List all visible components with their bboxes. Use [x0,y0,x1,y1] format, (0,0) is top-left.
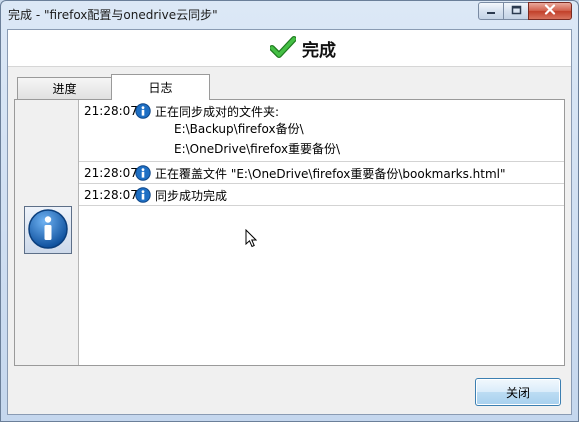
info-badge [24,206,72,254]
log-detail-path: E:\Backup\firefox备份\ [174,122,304,136]
dialog-window: 完成 - "firefox配置与onedrive云同步" 完成 进度 日志 21… [0,0,579,422]
dialog-body: 完成 进度 日志 21:28:07 正在同步成对的文件夹: E:\Backup\… [7,29,572,415]
maximize-icon [511,4,522,18]
info-icon [135,165,151,181]
log-message: 同步成功完成 [155,188,228,203]
tab-label: 日志 [148,81,173,95]
window-title: 完成 - "firefox配置与onedrive云同步" [8,8,218,22]
log-list: 21:28:07 正在同步成对的文件夹: E:\Backup\firefox备份… [79,100,564,206]
status-heading: 完成 [269,36,336,61]
log-detail-path: E:\OneDrive\firefox重要备份\ [174,142,341,156]
tab-progress[interactable]: 进度 [17,77,112,99]
log-entry[interactable]: 21:28:07 正在同步成对的文件夹: E:\Backup\firefox备份… [79,100,564,162]
log-line: 21:28:07 同步成功完成 [84,187,564,203]
info-icon [135,187,151,203]
log-time: 21:28:07 [84,166,138,180]
minimize-button[interactable] [478,2,504,20]
log-icon-column [15,100,79,365]
status-title: 完成 [302,41,336,61]
log-message: 正在同步成对的文件夹: [155,104,280,119]
window-controls [478,2,572,20]
mouse-cursor-icon [245,228,258,251]
log-line: 21:28:07 正在同步成对的文件夹: [84,103,564,119]
close-window-button[interactable] [528,2,572,20]
log-time: 21:28:07 [84,104,138,118]
close-button-label: 关闭 [505,385,530,400]
close-button[interactable]: 关闭 [475,378,561,406]
log-line: 21:28:07 正在覆盖文件 "E:\OneDrive\firefox重要备份… [84,165,564,181]
minimize-icon [486,4,496,18]
log-entry[interactable]: 21:28:07 同步成功完成 [79,184,564,206]
status-header: 完成 [8,30,571,67]
tab-label: 进度 [52,82,77,96]
close-icon [544,4,556,18]
log-time: 21:28:07 [84,188,138,202]
tab-log[interactable]: 日志 [111,74,210,100]
checkmark-icon [269,36,297,61]
log-message: 正在覆盖文件 "E:\OneDrive\firefox重要备份\bookmark… [155,166,506,181]
info-icon [135,103,151,119]
info-icon [27,208,69,253]
log-entry[interactable]: 21:28:07 正在覆盖文件 "E:\OneDrive\firefox重要备份… [79,162,564,184]
maximize-button[interactable] [503,2,529,20]
title-bar[interactable]: 完成 - "firefox配置与onedrive云同步" [1,1,578,27]
log-panel: 21:28:07 正在同步成对的文件夹: E:\Backup\firefox备份… [14,99,565,366]
